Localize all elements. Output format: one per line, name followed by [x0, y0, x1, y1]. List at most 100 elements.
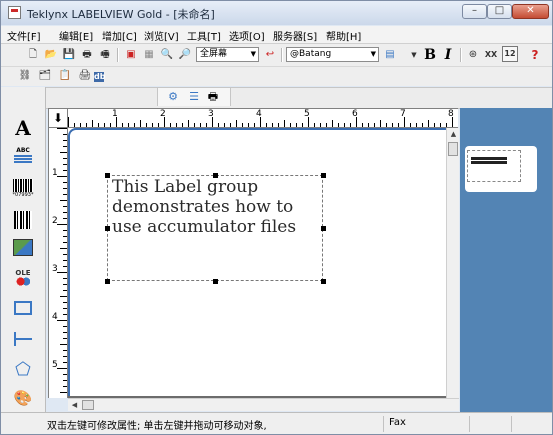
label-thumbnail[interactable] [465, 146, 537, 192]
ruler-tick [218, 123, 219, 127]
ruler-origin-button[interactable]: ⬇ [48, 108, 68, 128]
ruler-tick [63, 308, 67, 309]
save-icon[interactable]: 💾 [61, 47, 77, 63]
zoom-in-icon[interactable]: 🔍 [159, 47, 175, 63]
paragraph-tool[interactable]: ABC [11, 147, 35, 169]
db-icon[interactable]: db [94, 72, 105, 82]
ruler-tick [266, 123, 267, 127]
database-icon[interactable]: 🗂 [37, 68, 53, 84]
line-icon-stroke [14, 338, 32, 340]
ruler-tick [60, 296, 67, 297]
font-size-icon[interactable]: ▤ [382, 47, 398, 63]
italic-button[interactable]: I [440, 47, 456, 63]
ruler-number: 2 [160, 109, 166, 119]
menu-add[interactable]: 增加[C] [102, 28, 137, 43]
text-object[interactable]: This Label group demonstrates how to use… [105, 173, 326, 284]
resize-handle[interactable] [105, 226, 110, 231]
design-icon[interactable]: ▣ [123, 47, 139, 63]
scroll-up-icon[interactable]: ▲ [447, 128, 460, 141]
menu-file[interactable]: 文件[F] [7, 28, 41, 43]
size-box-button[interactable]: 12 [502, 46, 518, 62]
menu-view[interactable]: 浏览[V] [144, 28, 179, 43]
list-icon[interactable]: ☰ [187, 90, 201, 104]
barcode-tool[interactable]: *07993* [11, 179, 35, 201]
ole-tool[interactable]: OLE [11, 269, 35, 291]
line-tool[interactable] [11, 329, 35, 351]
font-select[interactable]: @Batang ▼ [286, 47, 379, 62]
rectangle-tool[interactable] [11, 299, 35, 321]
ruler-number: 2 [52, 216, 58, 226]
ruler-tick [63, 134, 67, 135]
clipart-tool[interactable]: 🎨 [11, 387, 35, 409]
ruler-tick [57, 224, 67, 225]
ruler-tick [140, 120, 141, 127]
open-folder-icon[interactable]: 📂 [43, 47, 59, 63]
text-tool[interactable]: A [11, 117, 35, 139]
ruler-number: 5 [52, 360, 58, 370]
menu-options[interactable]: 选项[O] [229, 28, 265, 43]
ruler-tick [194, 123, 195, 127]
horizontal-scrollbar[interactable]: ◀ [68, 398, 459, 411]
form-icon[interactable]: 📋 [57, 68, 73, 84]
resize-handle[interactable] [213, 173, 218, 178]
vertical-scrollbar[interactable]: ▲ [446, 128, 459, 398]
kerning-button[interactable]: XX [483, 47, 499, 63]
ruler-tick [63, 302, 67, 303]
ruler-tick [314, 123, 315, 127]
resize-handle[interactable] [213, 279, 218, 284]
menu-help[interactable]: 帮助[H] [326, 28, 361, 43]
grid-icon[interactable]: ▦ [141, 47, 157, 63]
title-bar: Teklynx LABELVIEW Gold - [未命名] – □ ✕ [1, 1, 552, 25]
print-setup-icon[interactable]: 🖶 [206, 90, 220, 104]
gear-icon[interactable]: ⚙ [166, 90, 180, 104]
menu-tools[interactable]: 工具[T] [187, 28, 221, 43]
ruler-tick [63, 236, 67, 237]
zoom-select[interactable]: 全屏幕 ▼ [196, 47, 259, 62]
2d-barcode-icon [14, 211, 32, 229]
ole-label: OLE [15, 269, 31, 277]
secondary-toolbar: ⛓ 🗂 📋 🖨 db [1, 67, 552, 86]
resize-handle[interactable] [321, 279, 326, 284]
ruler-tick [440, 123, 441, 127]
ruler-tick [63, 278, 67, 279]
resize-handle[interactable] [321, 173, 326, 178]
bold-button[interactable]: B [422, 47, 438, 63]
print-icon[interactable]: 🖶 [79, 47, 95, 63]
chevron-down-icon[interactable]: ▼ [406, 47, 422, 63]
2d-barcode-tool[interactable] [11, 211, 35, 233]
scroll-thumb[interactable] [82, 400, 94, 410]
scroll-thumb[interactable] [448, 142, 458, 156]
print-preview-icon[interactable]: 🖷 [97, 47, 113, 63]
link-icon[interactable]: ⛓ [17, 68, 33, 84]
resize-handle[interactable] [105, 173, 110, 178]
ruler-tick [63, 266, 67, 267]
ruler-tick [63, 386, 67, 387]
ruler-tick [350, 123, 351, 127]
ruler-tick [57, 368, 67, 369]
resize-handle[interactable] [105, 279, 110, 284]
zoom-select-value: 全屏幕 [200, 49, 228, 59]
menu-edit[interactable]: 编辑[E] [59, 28, 93, 43]
ruler-number: 3 [52, 264, 58, 274]
printer-icon[interactable]: 🖨 [77, 68, 93, 84]
maximize-button[interactable]: □ [487, 4, 512, 19]
polygon-tool[interactable]: ⬠ [11, 359, 35, 381]
ruler-tick [63, 260, 67, 261]
minimize-button[interactable]: – [462, 4, 487, 19]
ruler-tick [200, 123, 201, 127]
chevron-down-icon: ▼ [250, 50, 256, 58]
menu-server[interactable]: 服务器[S] [273, 28, 317, 43]
close-button[interactable]: ✕ [512, 4, 549, 19]
scroll-left-icon[interactable]: ◀ [68, 399, 81, 412]
ruler-tick [63, 284, 67, 285]
rotate-icon[interactable]: ⊛ [465, 47, 481, 63]
label-canvas[interactable]: This Label group demonstrates how to use… [68, 128, 446, 398]
help-button[interactable]: ? [527, 47, 543, 63]
ruler-tick [362, 123, 363, 127]
undo-icon[interactable]: ↩ [262, 47, 278, 63]
resize-handle[interactable] [321, 226, 326, 231]
zoom-out-icon[interactable]: 🔎 [177, 47, 193, 63]
ruler-tick [57, 320, 67, 321]
image-tool[interactable] [11, 239, 35, 261]
new-file-icon[interactable]: 🗋 [25, 47, 41, 63]
